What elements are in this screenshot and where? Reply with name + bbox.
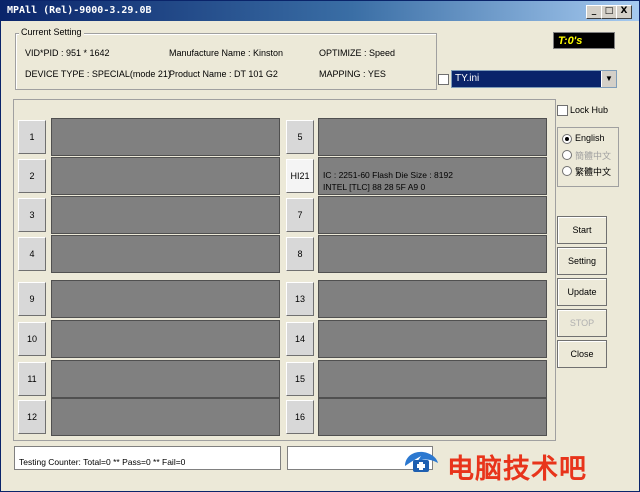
chevron-down-icon[interactable]: ▼ xyxy=(601,71,616,87)
english-label: English xyxy=(575,133,605,143)
port-button-hi21[interactable]: HI21 xyxy=(286,159,314,193)
port-button-5[interactable]: 5 xyxy=(286,120,314,154)
title-bar[interactable]: MPAll (Rel)-9000-3.29.0B _ □ X xyxy=(1,1,639,21)
watermark-logo-icon xyxy=(405,451,438,472)
port-status-8 xyxy=(318,235,547,273)
product-name-text: Product Name : DT 101 G2 xyxy=(169,69,278,79)
window-title: MPAll (Rel)-9000-3.29.0B xyxy=(7,5,152,16)
port-status-2 xyxy=(51,157,280,195)
port-button-16[interactable]: 16 xyxy=(286,400,314,434)
port-status-11 xyxy=(51,360,280,398)
close-window-button[interactable]: X xyxy=(616,5,632,19)
setting-button[interactable]: Setting xyxy=(557,247,607,275)
port-status-16 xyxy=(318,398,547,436)
update-button[interactable]: Update xyxy=(557,278,607,306)
port-ic-info: IC : 2251-60 Flash Die Size : 8192 xyxy=(323,170,453,180)
port-button-3[interactable]: 3 xyxy=(18,198,46,232)
port-button-7[interactable]: 7 xyxy=(286,198,314,232)
lock-hub-checkbox[interactable] xyxy=(557,105,568,116)
port-button-9[interactable]: 9 xyxy=(18,282,46,316)
device-type-text: DEVICE TYPE : SPECIAL(mode 21) xyxy=(25,69,171,79)
port-button-8[interactable]: 8 xyxy=(286,237,314,271)
port-button-10[interactable]: 10 xyxy=(18,322,46,356)
ini-file-value: TY.ini xyxy=(455,73,480,84)
port-status-9 xyxy=(51,280,280,318)
port-status-hi21: IC : 2251-60 Flash Die Size : 8192 INTEL… xyxy=(318,157,547,195)
lock-hub-label: Lock Hub xyxy=(570,105,609,115)
simplified-chinese-radio xyxy=(562,150,572,160)
port-status-15 xyxy=(318,360,547,398)
start-button[interactable]: Start xyxy=(557,216,607,244)
port-button-15[interactable]: 15 xyxy=(286,362,314,396)
maximize-button[interactable]: □ xyxy=(601,5,617,19)
port-status-4 xyxy=(51,235,280,273)
minimize-button[interactable]: _ xyxy=(586,5,602,19)
testing-counter-text: Testing Counter: Total=0 ** Pass=0 ** Fa… xyxy=(19,457,186,467)
port-button-4[interactable]: 4 xyxy=(18,237,46,271)
traditional-chinese-label: 繁體中文 xyxy=(575,167,612,177)
port-status-1 xyxy=(51,118,280,156)
port-button-2[interactable]: 2 xyxy=(18,159,46,193)
manufacture-name-text: Manufacture Name : Kinston xyxy=(169,48,284,58)
port-status-5 xyxy=(318,118,547,156)
port-flash-info: INTEL [TLC] 88 28 5F A9 0 xyxy=(323,182,426,192)
stop-button: STOP xyxy=(557,309,607,337)
traditional-chinese-radio[interactable] xyxy=(562,166,572,176)
timer-display: T:0's xyxy=(553,32,615,49)
current-setting-title: Current Setting xyxy=(19,27,84,37)
english-radio[interactable] xyxy=(562,134,572,144)
app-window: MPAll (Rel)-9000-3.29.0B _ □ X Current S… xyxy=(0,0,640,492)
port-button-1[interactable]: 1 xyxy=(18,120,46,154)
port-status-12 xyxy=(51,398,280,436)
close-button[interactable]: Close xyxy=(557,340,607,368)
optimize-text: OPTIMIZE : Speed xyxy=(319,48,396,58)
ini-file-select[interactable]: TY.ini ▼ xyxy=(451,70,617,88)
port-status-13 xyxy=(318,280,547,318)
vid-pid-text: VID*PID : 951 * 1642 xyxy=(25,48,110,58)
port-status-10 xyxy=(51,320,280,358)
simplified-chinese-label: 簡體中文 xyxy=(575,151,612,161)
current-setting-group xyxy=(15,33,437,90)
testing-counter-box: Testing Counter: Total=0 ** Pass=0 ** Fa… xyxy=(14,446,281,470)
port-button-14[interactable]: 14 xyxy=(286,322,314,356)
port-button-11[interactable]: 11 xyxy=(18,362,46,396)
watermark-text: 电脑技术吧 xyxy=(447,454,587,485)
port-button-13[interactable]: 13 xyxy=(286,282,314,316)
port-status-3 xyxy=(51,196,280,234)
port-status-7 xyxy=(318,196,547,234)
mapping-text: MAPPING : YES xyxy=(319,69,386,79)
port-button-12[interactable]: 12 xyxy=(18,400,46,434)
ini-checkbox[interactable] xyxy=(438,74,449,85)
port-status-14 xyxy=(318,320,547,358)
